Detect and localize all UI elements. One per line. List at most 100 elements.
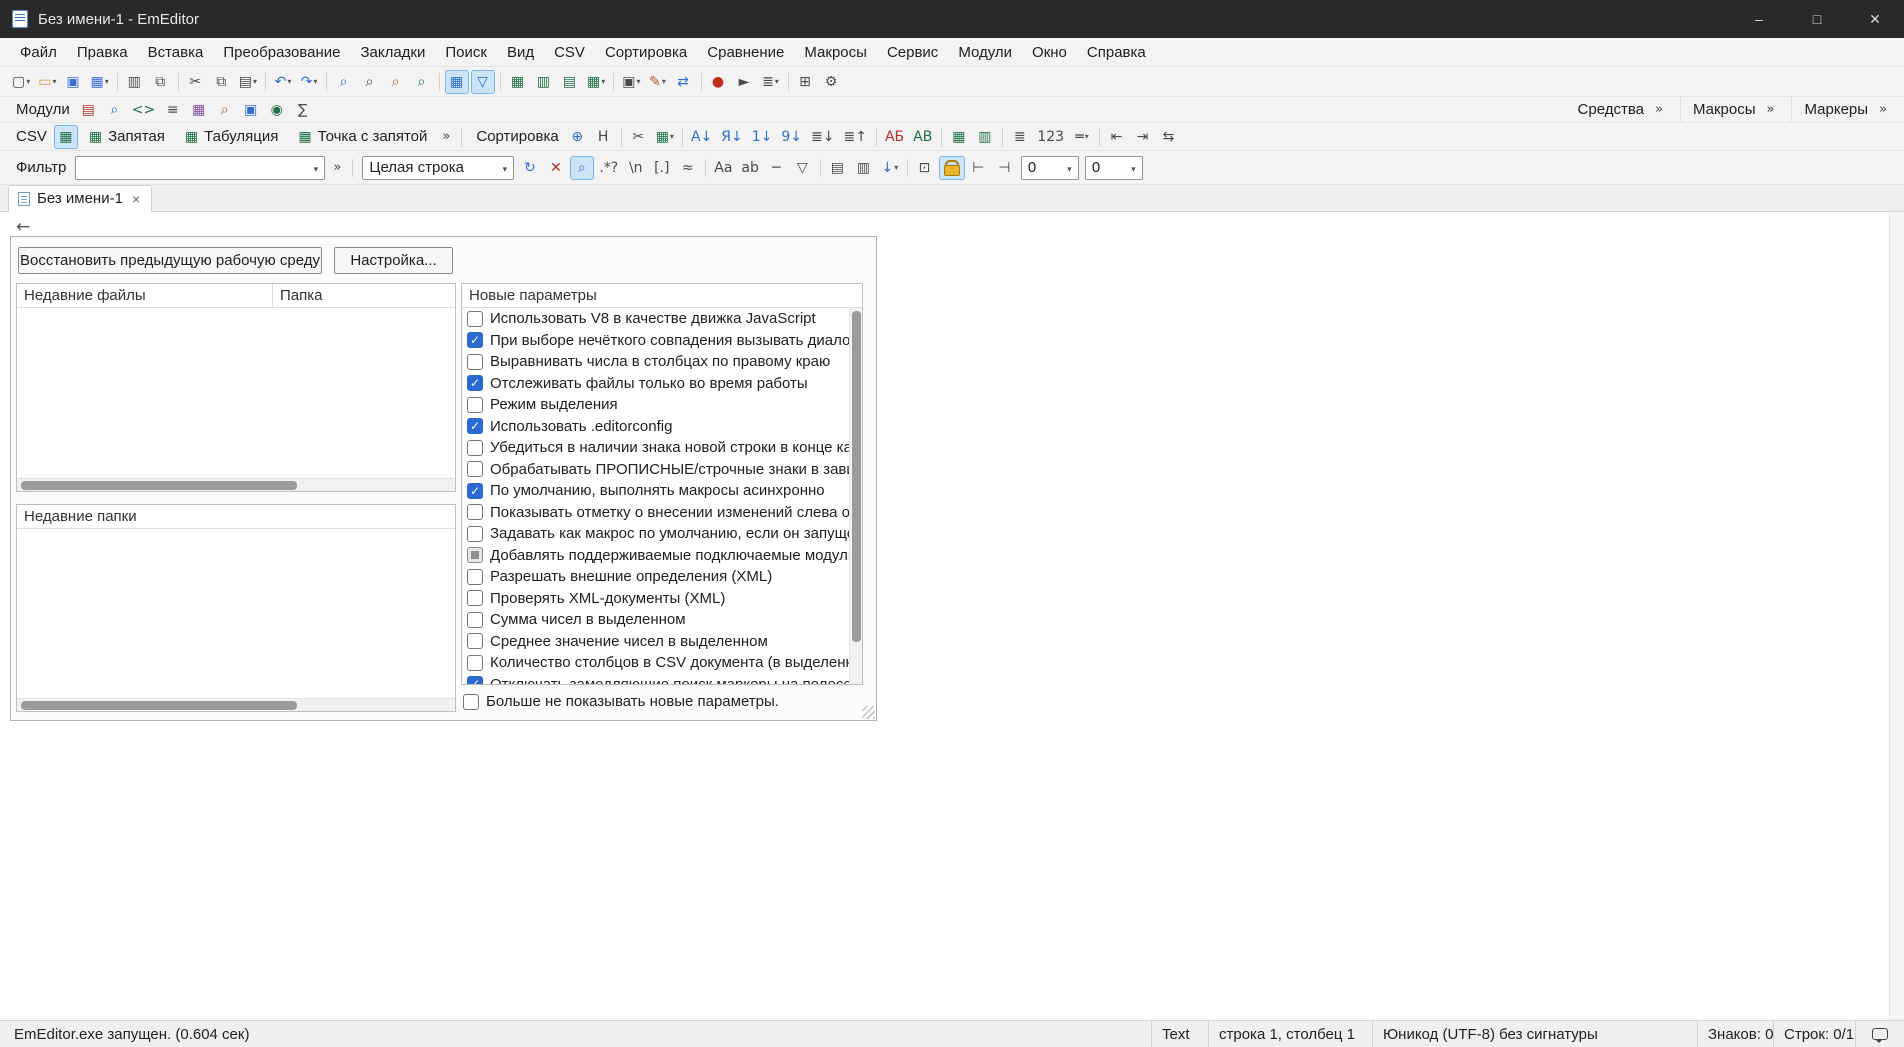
- number-format-icon[interactable]: 123: [1034, 125, 1068, 149]
- status-cursor-position[interactable]: строка 1, столбец 1: [1208, 1021, 1372, 1047]
- overflow-chevron-icon[interactable]: »: [1874, 102, 1892, 117]
- delimiter-tab-button[interactable]: ▦ Табуляция: [176, 125, 287, 149]
- back-arrow-icon[interactable]: ←: [16, 217, 30, 237]
- option-row[interactable]: Проверять XML-документы (XML): [462, 588, 849, 610]
- sort-number-ascending-icon[interactable]: 1↓: [749, 125, 777, 149]
- menu-item[interactable]: CSV: [544, 40, 595, 64]
- recent-folders-list[interactable]: Недавние папки: [16, 504, 456, 712]
- option-row[interactable]: Добавлять поддерживаемые подключаемые мо…: [462, 545, 849, 567]
- chevron-down-icon[interactable]: [1125, 159, 1142, 176]
- filter-direction-icon[interactable]: ↓ ▾: [878, 156, 902, 180]
- menu-item[interactable]: Макросы: [794, 40, 877, 64]
- marker-icon[interactable]: ✎ ▾: [646, 70, 670, 94]
- print-preview-icon[interactable]: ⧉: [149, 70, 173, 94]
- print-icon[interactable]: ▥: [123, 70, 147, 94]
- checkbox[interactable]: [467, 353, 483, 370]
- plugin-findbar-icon[interactable]: ⌕: [103, 98, 127, 122]
- toolbar-group[interactable]: Маркеры »: [1791, 97, 1904, 122]
- filter-overflow-chevron-icon[interactable]: »: [328, 160, 346, 175]
- match-case-icon[interactable]: Aa: [711, 156, 736, 180]
- checkbox[interactable]: [467, 310, 483, 327]
- chevron-down-icon[interactable]: [307, 159, 324, 176]
- save-all-icon[interactable]: ▦ ▾: [88, 70, 112, 94]
- checkbox[interactable]: [467, 633, 483, 650]
- checkbox[interactable]: [467, 418, 483, 435]
- cut-icon[interactable]: ✂: [184, 70, 208, 94]
- ruler-style-icon[interactable]: ═ ▾: [1070, 125, 1094, 149]
- plugin-wordcount-icon[interactable]: ∑: [291, 98, 315, 122]
- checkbox[interactable]: [467, 525, 483, 542]
- delete-duplicates-icon[interactable]: АБ: [882, 125, 908, 149]
- checkbox[interactable]: [467, 461, 483, 478]
- status-line-count[interactable]: Строк: 0/1: [1773, 1021, 1855, 1047]
- align-separator-icon[interactable]: ⊣: [993, 156, 1017, 180]
- sort-number-descending-icon[interactable]: 9↓: [778, 125, 806, 149]
- menu-item[interactable]: Поиск: [435, 40, 497, 64]
- scrollbar-thumb[interactable]: [21, 481, 297, 490]
- option-row[interactable]: Выравнивать числа в столбцах по правому …: [462, 351, 849, 373]
- option-row[interactable]: Показывать отметку о внесении изменений …: [462, 502, 849, 524]
- maximize-button[interactable]: □: [1788, 0, 1846, 38]
- save-icon[interactable]: ▣: [62, 70, 86, 94]
- compare-icon[interactable]: ⇄: [672, 70, 696, 94]
- settings-wrench-icon[interactable]: ⚙: [820, 70, 844, 94]
- checkbox[interactable]: [467, 375, 483, 392]
- checkbox[interactable]: [467, 439, 483, 456]
- menu-item[interactable]: Преобразование: [213, 40, 350, 64]
- filter-bar-toggle-icon[interactable]: ▽: [471, 69, 495, 94]
- wrap-column-icon[interactable]: ⇆: [1157, 125, 1181, 149]
- document-tab[interactable]: Без имени-1 ×: [8, 185, 153, 212]
- checkbox[interactable]: [463, 693, 479, 710]
- refresh-filter-icon[interactable]: ↻: [518, 156, 542, 180]
- menu-item[interactable]: Сравнение: [697, 40, 794, 64]
- workspace-icon[interactable]: ▣ ▾: [619, 70, 643, 94]
- csv-current-mode-icon[interactable]: ▦: [53, 124, 78, 149]
- chevron-down-icon[interactable]: [1061, 159, 1078, 176]
- customize-button[interactable]: Настройка...: [334, 247, 453, 274]
- tab-close-icon[interactable]: ×: [130, 191, 142, 207]
- cut-column-icon[interactable]: ✂: [627, 125, 651, 149]
- scrollbar-thumb[interactable]: [21, 701, 297, 710]
- filter-search-icon[interactable]: ⌕: [570, 155, 595, 180]
- delimiter-comma-button[interactable]: ▦ Запятая: [80, 125, 174, 149]
- checkbox[interactable]: [467, 654, 483, 671]
- menu-item[interactable]: Окно: [1022, 40, 1077, 64]
- checkbox[interactable]: [467, 396, 483, 413]
- csv-tab-icon[interactable]: ▥: [532, 70, 556, 94]
- filter-options-icon[interactable]: ▽: [791, 156, 815, 180]
- heading-rows-icon[interactable]: H: [592, 125, 616, 149]
- status-doc-type[interactable]: Text: [1151, 1021, 1208, 1047]
- csv-semicolon-icon[interactable]: ▤: [558, 70, 582, 94]
- option-row[interactable]: Среднее значение чисел в выделенном: [462, 631, 849, 653]
- toolbar-group[interactable]: Средства »: [1566, 97, 1680, 122]
- option-row[interactable]: Количество столбцов в CSV документа (в в…: [462, 652, 849, 674]
- plugin-projects-icon[interactable]: ▦: [187, 98, 211, 122]
- filter-current-document-icon[interactable]: ▥: [852, 156, 876, 180]
- scrollbar-thumb[interactable]: [852, 311, 861, 642]
- plugin-explorer-icon[interactable]: ▤: [77, 98, 101, 122]
- recent-files-hscrollbar[interactable]: [17, 478, 455, 491]
- indent-right-icon[interactable]: ⇥: [1131, 125, 1155, 149]
- insert-row-numbers-icon[interactable]: ≣: [1008, 125, 1032, 149]
- option-row[interactable]: Разрешать внешние определения (XML): [462, 566, 849, 588]
- menu-item[interactable]: Сортировка: [595, 40, 697, 64]
- recent-folders-hscrollbar[interactable]: [17, 698, 455, 711]
- copy-icon[interactable]: ⧉: [210, 70, 234, 94]
- csv-sort-bar-toggle-icon[interactable]: ▦: [445, 69, 469, 94]
- overflow-chevron-icon[interactable]: »: [1762, 102, 1780, 117]
- checkbox[interactable]: [467, 568, 483, 585]
- option-row[interactable]: Использовать .editorconfig: [462, 416, 849, 438]
- delimiter-semicolon-button[interactable]: ▦ Точка с запятой: [289, 125, 436, 149]
- regex-icon[interactable]: .*?: [596, 156, 622, 180]
- split-column-icon[interactable]: ▦: [947, 125, 971, 149]
- csv-options-icon[interactable]: ▦ ▾: [584, 70, 608, 94]
- plugin-webpreview-icon[interactable]: ◉: [265, 98, 289, 122]
- incremental-search-icon[interactable]: ⌕: [410, 70, 434, 94]
- replace-icon[interactable]: ⌕: [358, 70, 382, 94]
- plugin-outline-icon[interactable]: ≡: [161, 98, 185, 122]
- checkbox[interactable]: [467, 676, 483, 684]
- recent-files-list[interactable]: Недавние файлы Папка: [16, 283, 456, 492]
- option-row[interactable]: Задавать как макрос по умолчанию, если о…: [462, 523, 849, 545]
- checkbox[interactable]: [467, 547, 483, 564]
- option-row[interactable]: Отслеживать файлы только во время работы: [462, 373, 849, 395]
